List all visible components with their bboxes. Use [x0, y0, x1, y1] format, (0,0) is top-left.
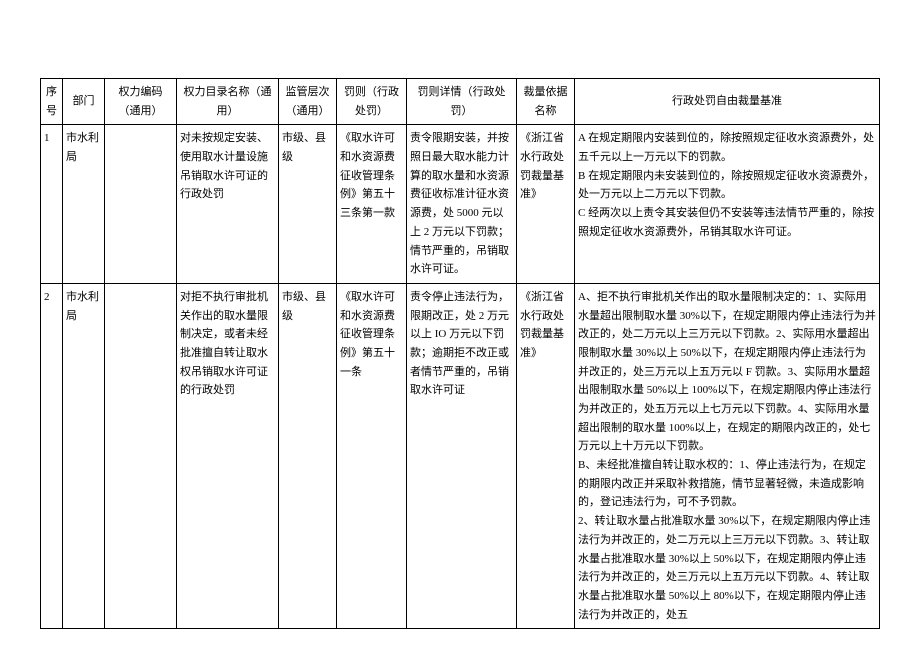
- cell-level: 市级、县级: [279, 125, 337, 284]
- cell-standard: A 在规定期限内安装到位的，除按照规定征收水资源费外，处五千元以上一万元以下的罚…: [575, 125, 880, 284]
- header-catalog: 权力目录名称（通用）: [177, 79, 279, 125]
- header-rule: 罚则（行政处罚）: [337, 79, 407, 125]
- header-standard: 行政处罚自由裁量基准: [575, 79, 880, 125]
- regulation-table: 序号 部门 权力编码（通用） 权力目录名称（通用） 监管层次（通用） 罚则（行政…: [40, 78, 880, 629]
- cell-code: [105, 283, 177, 628]
- header-basis: 裁量依据名称: [517, 79, 575, 125]
- cell-detail: 责令限期安装，并按照日最大取水能力计算的取水量和水资源费征收标准计征水资源费，处…: [407, 125, 517, 284]
- table-row: 1 市水利局 对未按规定安装、使用取水计量设施吊销取水许可证的行政处罚 市级、县…: [41, 125, 880, 284]
- cell-level: 市级、县级: [279, 283, 337, 628]
- cell-seq: 1: [41, 125, 63, 284]
- table-row: 2 市水利局 对拒不执行审批机关作出的取水量限制决定，或者未经批准擅自转让取水权…: [41, 283, 880, 628]
- cell-rule: 《取水许可和水资源费征收管理条例》第五十一条: [337, 283, 407, 628]
- cell-standard: A、拒不执行审批机关作出的取水量限制决定的：1、实际用水量超出限制取水量 30%…: [575, 283, 880, 628]
- table-header-row: 序号 部门 权力编码（通用） 权力目录名称（通用） 监管层次（通用） 罚则（行政…: [41, 79, 880, 125]
- header-code: 权力编码（通用）: [105, 79, 177, 125]
- cell-basis: 《浙江省水行政处罚裁量基准》: [517, 283, 575, 628]
- cell-seq: 2: [41, 283, 63, 628]
- cell-basis: 《浙江省水行政处罚裁量基准》: [517, 125, 575, 284]
- cell-code: [105, 125, 177, 284]
- header-level: 监管层次（通用）: [279, 79, 337, 125]
- cell-dept: 市水利局: [63, 283, 105, 628]
- header-detail: 罚则详情（行政处罚）: [407, 79, 517, 125]
- header-seq: 序号: [41, 79, 63, 125]
- cell-dept: 市水利局: [63, 125, 105, 284]
- cell-detail: 责令停止违法行为，限期改正，处 2 万元以上 IO 万元以下罚款；逾期拒不改正或…: [407, 283, 517, 628]
- cell-catalog: 对未按规定安装、使用取水计量设施吊销取水许可证的行政处罚: [177, 125, 279, 284]
- header-dept: 部门: [63, 79, 105, 125]
- cell-rule: 《取水许可和水资源费征收管理条例》第五十三条第一款: [337, 125, 407, 284]
- cell-catalog: 对拒不执行审批机关作出的取水量限制决定，或者未经批准擅自转让取水权吊销取水许可证…: [177, 283, 279, 628]
